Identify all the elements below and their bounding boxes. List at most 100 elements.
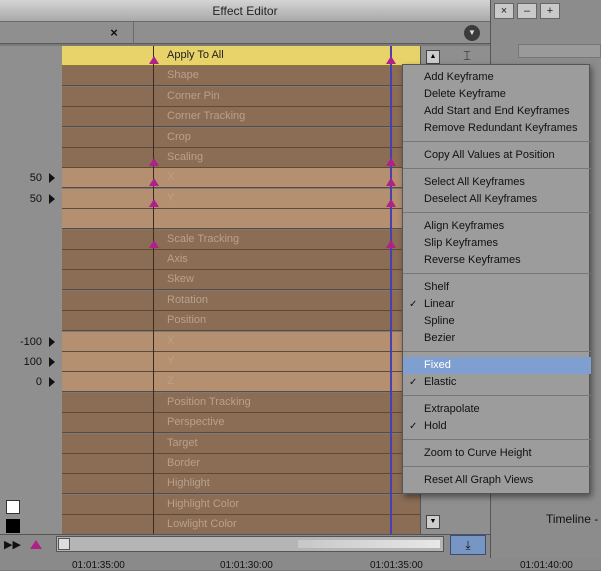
menu-item[interactable]: Deselect All Keyframes <box>403 191 591 208</box>
parameter-label: X <box>167 334 175 347</box>
parameter-label: Apply To All <box>167 49 224 61</box>
menu-item[interactable]: Reset All Graph Views <box>403 472 591 489</box>
menu-item-label: Hold <box>424 420 447 432</box>
graph-row[interactable]: Position Tracking <box>62 392 420 413</box>
side-window-field[interactable] <box>518 44 601 58</box>
parameter-value-row: 100 <box>0 352 62 372</box>
graph-row[interactable]: Corner Tracking <box>62 107 420 128</box>
menu-item[interactable]: Spline <box>403 313 591 330</box>
checkmark-icon: ✓ <box>409 421 418 432</box>
menu-item[interactable]: ✓ Linear <box>403 296 591 313</box>
menu-item[interactable]: Align Keyframes <box>403 218 591 235</box>
menu-item-label: Deselect All Keyframes <box>424 193 538 205</box>
panel-menu-icon[interactable]: ▼ <box>464 25 480 41</box>
graph-row[interactable]: Scale Tracking <box>62 229 420 250</box>
menu-item[interactable]: Add Keyframe <box>403 69 591 86</box>
graph-row[interactable]: X <box>62 168 420 189</box>
menu-item[interactable]: ✓ Hold <box>403 418 591 435</box>
graph-row[interactable]: Target <box>62 433 420 454</box>
play-forward-icon[interactable]: ▶▶ <box>4 538 21 551</box>
keyframe-marker[interactable] <box>386 198 396 207</box>
parameter-value: 0 <box>35 376 42 389</box>
scroll-thumb[interactable] <box>58 538 70 550</box>
scroll-up-arrow-icon[interactable]: ▲ <box>426 50 440 64</box>
parameter-label: Skew <box>167 273 194 286</box>
menu-item[interactable]: Zoom to Curve Height <box>403 445 591 462</box>
parameter-label: Rotation <box>167 293 208 306</box>
parameter-value-row: 50 <box>0 168 62 188</box>
parameter-value-row: -100 <box>0 332 62 352</box>
menu-item[interactable]: Bezier <box>403 330 591 347</box>
menu-item[interactable]: ✓ Elastic <box>403 374 591 391</box>
expand-arrow-icon[interactable] <box>49 357 55 367</box>
parameter-label: Z <box>167 375 174 388</box>
expand-arrow-icon[interactable] <box>49 173 55 184</box>
graph-row[interactable]: Axis <box>62 250 420 270</box>
graph-row[interactable]: Crop <box>62 127 420 148</box>
parameter-value-row: 50 <box>0 189 62 209</box>
start-marker-line <box>153 46 154 534</box>
playhead-line[interactable] <box>390 46 392 534</box>
side-window-close-icon[interactable]: × <box>494 3 514 19</box>
graph-row[interactable]: Skew <box>62 270 420 291</box>
menu-item[interactable]: Extrapolate <box>403 401 591 418</box>
keyframe-marker[interactable] <box>149 198 159 207</box>
menu-item[interactable]: Slip Keyframes <box>403 235 591 252</box>
graph-row[interactable] <box>62 209 420 230</box>
graph-row[interactable]: Rotation <box>62 290 420 311</box>
menu-item-label: Zoom to Curve Height <box>424 447 532 459</box>
scroll-down-arrow-icon[interactable]: ▼ <box>426 515 440 529</box>
graph-row[interactable]: Corner Pin <box>62 86 420 107</box>
menu-item[interactable]: Add Start and End Keyframes <box>403 103 591 120</box>
expand-arrow-icon[interactable] <box>49 193 55 204</box>
keyframe-marker[interactable] <box>149 239 159 248</box>
keyframe-marker[interactable] <box>386 56 396 64</box>
graph-row[interactable]: X <box>62 331 420 352</box>
add-keyframe-icon[interactable] <box>30 540 42 549</box>
keyframe-marker[interactable] <box>149 56 159 64</box>
keyframe-graph[interactable]: Apply To All Shape Corner Pin Corner Tracki… <box>62 46 420 534</box>
graph-row[interactable]: Position <box>62 311 420 332</box>
menu-item-label: Add Start and End Keyframes <box>424 105 570 117</box>
graph-row[interactable]: Highlight Color <box>62 494 420 515</box>
graph-row[interactable]: Apply To All <box>62 46 420 66</box>
graph-row[interactable]: Lowlight Color <box>62 515 420 534</box>
keyframe-marker[interactable] <box>386 178 396 187</box>
keyframe-marker[interactable] <box>386 239 396 248</box>
menu-item[interactable]: Delete Keyframe <box>403 86 591 103</box>
timecode-label: 01:01:30:00 <box>220 560 273 571</box>
graph-row[interactable]: Highlight <box>62 474 420 495</box>
parameter-label: Highlight Color <box>167 497 240 510</box>
menu-item[interactable]: Shelf <box>403 279 591 296</box>
menu-separator <box>403 351 591 352</box>
lowlight-color-swatch[interactable] <box>6 519 20 533</box>
graph-view-icon[interactable]: ⤓ <box>450 535 486 555</box>
graph-row[interactable]: Shape <box>62 66 420 87</box>
menu-item[interactable]: Fixed <box>403 357 591 374</box>
graph-row[interactable]: Y <box>62 188 420 209</box>
parameter-value-row: 0 <box>0 372 62 392</box>
highlight-color-swatch[interactable] <box>6 500 20 514</box>
keyframe-marker[interactable] <box>149 158 159 166</box>
menu-item-label: Elastic <box>424 376 457 388</box>
expand-arrow-icon[interactable] <box>49 377 55 388</box>
graph-row[interactable]: Y <box>62 352 420 372</box>
menu-separator <box>403 466 591 467</box>
keyframe-marker[interactable] <box>149 178 159 187</box>
tab-close-icon[interactable]: × <box>105 25 123 41</box>
graph-row[interactable]: Border <box>62 454 420 474</box>
menu-item[interactable]: Remove Redundant Keyframes <box>403 120 591 137</box>
menu-item-label: Linear <box>424 298 455 310</box>
side-window-maximize-icon[interactable]: + <box>540 3 560 19</box>
expand-arrow-icon[interactable] <box>49 336 55 347</box>
menu-item-label: Bezier <box>424 332 456 344</box>
graph-row[interactable]: Scaling <box>62 148 420 168</box>
side-window-minimize-icon[interactable]: – <box>517 3 537 19</box>
menu-item[interactable]: Reverse Keyframes <box>403 252 591 269</box>
zoom-slider[interactable] <box>298 540 440 548</box>
keyframe-marker[interactable] <box>386 158 396 166</box>
menu-item[interactable]: Copy All Values at Position <box>403 147 591 164</box>
graph-row[interactable]: Perspective <box>62 413 420 434</box>
graph-row[interactable]: Z <box>62 372 420 393</box>
menu-item[interactable]: Select All Keyframes <box>403 174 591 191</box>
